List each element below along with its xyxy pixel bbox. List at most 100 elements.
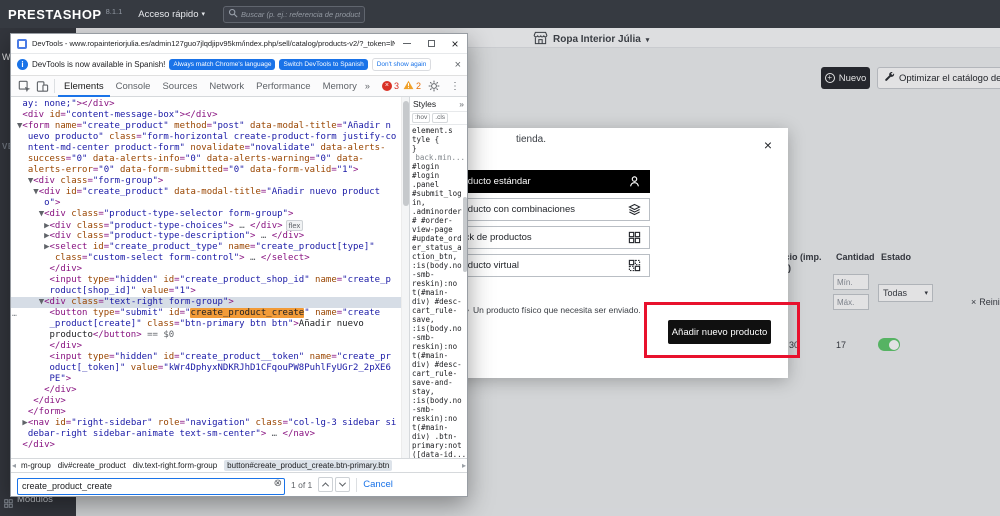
error-count-badge[interactable]: × 3 [381, 81, 399, 91]
elements-tree: ay: none;"></div> <div id="content-messa… [11, 99, 401, 451]
window-minimize-button[interactable] [395, 34, 419, 54]
hover-state-filter[interactable]: :hov [412, 113, 431, 123]
tab-styles[interactable]: Styles [413, 99, 436, 109]
tree-line[interactable]: ▼<form name="create_product" method="pos… [17, 121, 401, 132]
tree-line[interactable]: <input type="hidden" id="create_product_… [17, 352, 401, 363]
tree-line[interactable]: ▼<div id="create_product" data-modal-tit… [17, 187, 401, 198]
tree-line[interactable]: debar-right sidebar-animate text-sm-cent… [17, 429, 401, 440]
product-type-person[interactable]: Producto estándar [444, 170, 650, 193]
global-search-box[interactable] [223, 5, 366, 23]
product-type-grid[interactable]: Pack de productos [444, 226, 650, 249]
product-type-grid-dashed[interactable]: Producto virtual [444, 254, 650, 277]
tree-line[interactable]: ▶<select id="create_product_type" name="… [17, 242, 401, 253]
tree-line[interactable]: </div> [17, 396, 401, 407]
clear-search-icon[interactable]: ⊗ [274, 478, 282, 489]
styles-line: #login [412, 171, 440, 180]
modal-close-button[interactable]: × [764, 138, 772, 152]
tree-line[interactable]: <input type="hidden" id="create_product_… [17, 275, 401, 286]
breadcrumb-scroll-left-icon[interactable]: ◂ [12, 461, 16, 470]
styles-line: back.min... [415, 153, 465, 162]
dont-show-again-button[interactable]: Don't show again [371, 58, 432, 71]
breadcrumb-item[interactable]: m-group [21, 461, 51, 470]
styles-line: :is(body.no [412, 324, 462, 333]
gutter-more-icon[interactable]: … [12, 308, 17, 319]
styles-line: ([data-id... [412, 450, 467, 458]
infobar-message: DevTools is now available in Spanish! [32, 60, 166, 69]
devtools-tab-performance[interactable]: Performance [250, 76, 316, 97]
tree-line[interactable]: ay: none;"></div> [17, 99, 401, 110]
styles-line: reskin):no [412, 342, 458, 351]
match-language-button[interactable]: Always match Chrome's language [169, 59, 276, 70]
styles-line: element.s [412, 126, 453, 135]
warning-count-badge[interactable]: 2 [403, 80, 421, 92]
tree-line[interactable]: PE"> [17, 374, 401, 385]
devtools-tab-network[interactable]: Network [203, 76, 250, 97]
styles-line: er_status_a [412, 243, 462, 252]
product-type-description-text: Un producto físico que necesita ser envi… [472, 305, 641, 315]
tree-line[interactable]: ▶<div class="product-type-choices"> … </… [17, 220, 401, 231]
product-type-layers[interactable]: Producto con combinaciones [444, 198, 650, 221]
tree-line[interactable]: oduct[_token]" value="kWr4DphyxNDKRJhD1C… [17, 363, 401, 374]
breadcrumb-scroll-right-icon[interactable]: ▸ [462, 461, 466, 470]
tree-line[interactable]: alerts-error="0" data-form-submitted="0"… [17, 165, 401, 176]
tree-line[interactable]: _product[create]" class="btn-primary btn… [17, 319, 401, 330]
devtools-tab-memory[interactable]: Memory [317, 76, 363, 97]
devtools-tab-sources[interactable]: Sources [156, 76, 203, 97]
styles-line: t(#main- [412, 423, 449, 432]
devtools-titlebar[interactable]: DevTools - www.ropainteriorjulia.es/admi… [11, 34, 467, 54]
tree-line[interactable]: </div> [17, 264, 401, 275]
tree-line[interactable]: producto</button> == $0 [17, 330, 401, 341]
styles-line: #submit_log [412, 189, 462, 198]
tree-line[interactable]: ▶<nav id="right-sidebar" role="navigatio… [17, 418, 401, 429]
tree-line[interactable]: </div> [17, 440, 401, 451]
breadcrumb-item[interactable]: div.text-right.form-group [133, 461, 217, 470]
devtools-tab-console[interactable]: Console [110, 76, 157, 97]
devtools-tab-elements[interactable]: Elements [58, 76, 110, 97]
styles-scrollbar-thumb[interactable] [463, 197, 467, 272]
styles-line: :is(body.no [412, 261, 462, 270]
tree-line[interactable]: </div> [17, 385, 401, 396]
find-input[interactable] [17, 477, 285, 495]
switch-to-spanish-button[interactable]: Switch DevTools to Spanish [279, 59, 368, 70]
tree-line[interactable]: success="0" data-alerts-info="0" data-al… [17, 154, 401, 165]
styles-line: -smb- [412, 270, 435, 279]
tree-line[interactable]: ▶<div class="product-type-description"> … [17, 231, 401, 242]
tree-line[interactable]: roduct[shop_id]" value="1"> [17, 286, 401, 297]
find-next-button[interactable] [335, 477, 351, 492]
inspect-element-icon[interactable] [15, 76, 33, 97]
quick-access-menu[interactable]: Acceso rápido ▾ [138, 9, 205, 20]
product-type-label: Producto con combinaciones [453, 204, 575, 215]
tree-line[interactable]: </form> [17, 407, 401, 418]
tree-line[interactable]: o"> [17, 198, 401, 209]
tree-line[interactable]: <div id="content-message-box"></div> [17, 110, 401, 121]
window-maximize-button[interactable] [419, 34, 443, 54]
styles-more-tabs-icon[interactable]: » [459, 99, 464, 109]
find-cancel-button[interactable]: Cancel [363, 479, 393, 490]
more-options-icon[interactable]: ⋮ [447, 81, 463, 92]
elements-scrollbar[interactable] [401, 97, 409, 458]
styles-line: cart_rule- [412, 369, 458, 378]
find-previous-button[interactable] [318, 477, 334, 492]
tree-line[interactable]: ▼<div class="text-right form-group"> [11, 297, 401, 308]
devtools-window-title: DevTools - www.ropainteriorjulia.es/admi… [32, 39, 395, 48]
class-filter[interactable]: .cls [432, 113, 449, 123]
tree-line[interactable]: <button type="submit" id="create_product… [17, 308, 401, 319]
modal-title-fragment: tienda. [516, 134, 547, 145]
global-search-input[interactable] [241, 9, 361, 19]
breadcrumb-item[interactable]: button#create_product_create.btn-primary… [224, 460, 393, 471]
infobar-close-icon[interactable]: × [455, 59, 461, 71]
more-tabs-icon[interactable]: » [363, 81, 372, 91]
tree-line[interactable]: uevo producto" class="form-horizontal cr… [17, 132, 401, 143]
tree-line[interactable]: ▼<div class="form-group"> [17, 176, 401, 187]
settings-gear-icon[interactable] [425, 76, 443, 97]
styles-line: #login [412, 162, 440, 171]
window-close-button[interactable]: × [443, 34, 467, 54]
styles-line: primary:not [412, 441, 462, 450]
find-results-count: 1 of 1 [291, 479, 313, 490]
breadcrumb-item[interactable]: div#create_product [58, 461, 126, 470]
device-toolbar-icon[interactable] [33, 76, 51, 97]
tree-line[interactable]: ▼<div class="product-type-selector form-… [17, 209, 401, 220]
tree-line[interactable]: </div> [17, 341, 401, 352]
tree-line[interactable]: class="custom-select form-control"> … </… [17, 253, 401, 264]
tree-line[interactable]: ntent-md-center product-form" novalidate… [17, 143, 401, 154]
